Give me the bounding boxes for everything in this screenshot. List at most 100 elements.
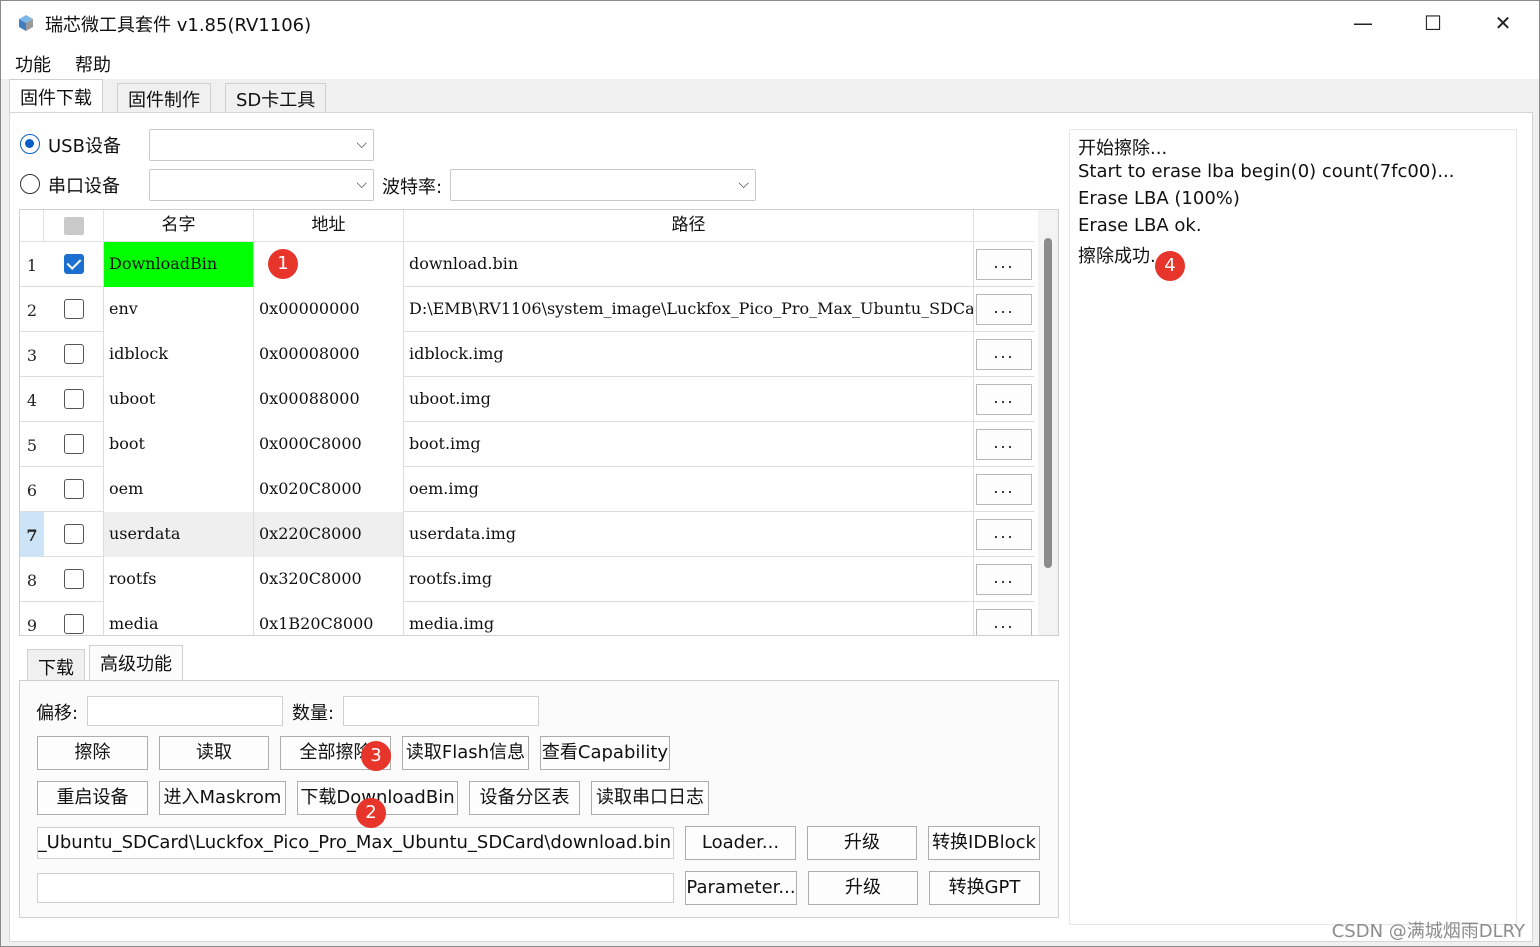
partition-address[interactable]: 0x00008000 xyxy=(254,332,404,377)
minimize-button[interactable]: — xyxy=(1328,1,1398,45)
partition-name[interactable]: idblock xyxy=(104,332,254,377)
offset-input[interactable] xyxy=(87,696,283,726)
usb-device-radio[interactable] xyxy=(20,134,40,154)
partition-path[interactable]: boot.img xyxy=(404,422,974,467)
convert-gpt-button[interactable]: 转换GPT xyxy=(929,871,1040,905)
partition-path[interactable]: rootfs.img xyxy=(404,557,974,602)
parameter-path-input[interactable] xyxy=(37,873,674,903)
row-number: 2 xyxy=(26,301,38,320)
partition-address[interactable]: 0x320C8000 xyxy=(254,557,404,602)
tab-firmware-download[interactable]: 固件下载 xyxy=(9,79,103,113)
log-panel[interactable]: 开始擦除... Start to erase lba begin(0) coun… xyxy=(1069,129,1517,925)
serial-device-select[interactable]: ⌵ xyxy=(149,169,374,201)
loader-button[interactable]: Loader... xyxy=(685,826,796,860)
browse-button[interactable]: ... xyxy=(976,519,1032,550)
table-scrollbar[interactable] xyxy=(1038,210,1058,635)
partition-address[interactable]: 0x220C8000 xyxy=(254,512,404,557)
read-button[interactable]: 读取 xyxy=(159,736,269,770)
tab-download[interactable]: 下载 xyxy=(27,649,85,681)
table-row[interactable]: 5 boot 0x000C8000 boot.img... xyxy=(20,422,1034,467)
partition-path[interactable]: uboot.img xyxy=(404,377,974,422)
partition-name[interactable]: media xyxy=(104,602,254,635)
browse-button[interactable]: ... xyxy=(976,564,1032,595)
close-button[interactable]: ✕ xyxy=(1468,1,1538,45)
upgrade-loader-button[interactable]: 升级 xyxy=(807,826,917,860)
partition-name[interactable]: DownloadBin xyxy=(104,242,254,287)
convert-idblock-button[interactable]: 转换IDBlock xyxy=(928,826,1040,860)
menu-function[interactable]: 功能 xyxy=(15,51,51,77)
scrollbar-thumb[interactable] xyxy=(1044,238,1052,568)
view-capability-button[interactable]: 查看Capability xyxy=(540,736,670,770)
browse-button[interactable]: ... xyxy=(976,384,1032,415)
row-checkbox[interactable] xyxy=(64,299,84,319)
loader-path-input[interactable]: ax_Ubuntu_SDCard\Luckfox_Pico_Pro_Max_Ub… xyxy=(37,827,674,859)
partition-name[interactable]: uboot xyxy=(104,377,254,422)
log-line: Start to erase lba begin(0) count(7fc00)… xyxy=(1078,161,1455,182)
row-checkbox[interactable] xyxy=(64,389,84,409)
partition-path[interactable]: download.bin xyxy=(404,242,974,287)
row-checkbox[interactable] xyxy=(64,344,84,364)
erase-button[interactable]: 擦除 xyxy=(37,736,148,770)
partition-name[interactable]: userdata xyxy=(104,512,254,557)
header-address[interactable]: 地址 xyxy=(254,210,404,242)
row-checkbox[interactable] xyxy=(64,434,84,454)
usb-device-select[interactable]: ⌵ xyxy=(149,129,374,161)
reboot-device-button[interactable]: 重启设备 xyxy=(37,781,148,815)
table-row[interactable]: 2 env 0x00000000 D:\EMB\RV1106\system_image… xyxy=(20,287,1034,332)
row-number: 9 xyxy=(26,616,38,635)
tab-advanced[interactable]: 高级功能 xyxy=(89,645,183,681)
partition-address[interactable]: 0x020C8000 xyxy=(254,467,404,512)
partition-name[interactable]: oem xyxy=(104,467,254,512)
header-name[interactable]: 名字 xyxy=(104,210,254,242)
read-flash-info-button[interactable]: 读取Flash信息 xyxy=(402,736,529,770)
read-serial-log-button[interactable]: 读取串口日志 xyxy=(591,781,709,815)
partition-table-button[interactable]: 设备分区表 xyxy=(469,781,580,815)
partition-path[interactable]: oem.img xyxy=(404,467,974,512)
count-input[interactable] xyxy=(343,696,539,726)
table-row[interactable]: 4 uboot 0x00088000 uboot.img... xyxy=(20,377,1034,422)
browse-button[interactable]: ... xyxy=(976,609,1032,635)
partition-path[interactable]: userdata.img xyxy=(404,512,974,557)
baud-rate-select[interactable]: ⌵ xyxy=(450,169,756,201)
header-select-all[interactable] xyxy=(44,210,104,242)
browse-button[interactable]: ... xyxy=(976,429,1032,460)
table-row[interactable]: 7 userdata 0x220C8000 userdata.img... xyxy=(20,512,1034,557)
row-checkbox[interactable] xyxy=(64,254,84,274)
browse-button[interactable]: ... xyxy=(976,249,1032,280)
partition-name[interactable]: rootfs xyxy=(104,557,254,602)
partition-name[interactable]: env xyxy=(104,287,254,332)
window-title: 瑞芯微工具套件 v1.85(RV1106) xyxy=(45,15,312,36)
partition-address[interactable]: 0x1B20C8000 xyxy=(254,602,404,635)
row-checkbox[interactable] xyxy=(64,614,84,634)
partition-address[interactable]: 0x000C8000 xyxy=(254,422,404,467)
row-checkbox[interactable] xyxy=(64,479,84,499)
row-checkbox[interactable] xyxy=(64,524,84,544)
serial-device-radio[interactable] xyxy=(20,174,40,194)
tab-firmware-build[interactable]: 固件制作 xyxy=(117,83,211,113)
table-row[interactable]: 6 oem 0x020C8000 oem.img... xyxy=(20,467,1034,512)
partition-path[interactable]: idblock.img xyxy=(404,332,974,377)
table-row[interactable]: 3 idblock 0x00008000 idblock.img... xyxy=(20,332,1034,377)
enter-maskrom-button[interactable]: 进入Maskrom xyxy=(159,781,286,815)
table-row[interactable]: 8 rootfs 0x320C8000 rootfs.img... xyxy=(20,557,1034,602)
table-row[interactable]: 1 DownloadBin download.bin... xyxy=(20,242,1034,287)
menu-help[interactable]: 帮助 xyxy=(75,51,111,77)
partition-address[interactable]: 0x00000000 xyxy=(254,287,404,332)
row-checkbox[interactable] xyxy=(64,569,84,589)
browse-button[interactable]: ... xyxy=(976,474,1032,505)
upgrade-parameter-button[interactable]: 升级 xyxy=(808,871,918,905)
parameter-button[interactable]: Parameter... xyxy=(685,871,797,905)
partition-path[interactable]: media.img xyxy=(404,602,974,635)
browse-button[interactable]: ... xyxy=(976,294,1032,325)
partition-name[interactable]: boot xyxy=(104,422,254,467)
chevron-down-icon: ⌵ xyxy=(356,176,367,192)
table-header: 名字 地址 路径 xyxy=(20,210,1034,242)
table-row[interactable]: 9 media 0x1B20C8000 media.img... xyxy=(20,602,1034,635)
partition-address[interactable]: 0x00088000 xyxy=(254,377,404,422)
tab-sd-card-tool[interactable]: SD卡工具 xyxy=(225,83,327,113)
select-all-checkbox[interactable] xyxy=(63,217,84,235)
header-path[interactable]: 路径 xyxy=(404,210,974,242)
partition-path[interactable]: D:\EMB\RV1106\system_image\Luckfox_Pico_… xyxy=(404,287,974,332)
browse-button[interactable]: ... xyxy=(976,339,1032,370)
maximize-button[interactable]: ☐ xyxy=(1398,1,1468,45)
